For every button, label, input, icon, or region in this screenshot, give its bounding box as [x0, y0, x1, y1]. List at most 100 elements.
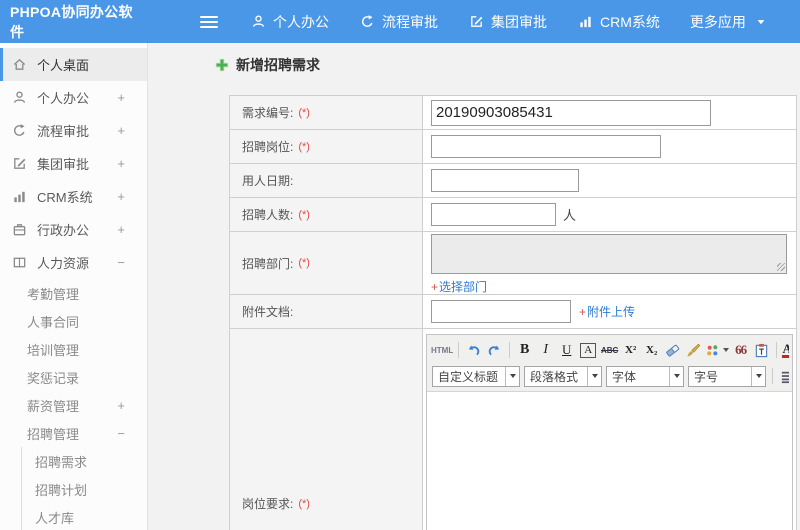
plus-sign: +	[579, 305, 587, 319]
menu-toggle-icon[interactable]	[200, 15, 218, 28]
subscript-button[interactable]: X₂	[642, 340, 661, 360]
sidebar-item[interactable]: 培训管理	[0, 335, 147, 363]
sidebar-item[interactable]: 人才库	[22, 503, 147, 530]
blockquote-button[interactable]: 66	[731, 340, 750, 360]
top-bar: PHPOA协同办公软件 个人办公 流程审批 集团审批 CRM系统 更多应用	[0, 0, 800, 43]
nav-item[interactable]: 集团审批	[468, 12, 547, 32]
sidebar-item[interactable]: 行政办公 +	[0, 213, 147, 246]
briefcase-icon	[12, 222, 28, 238]
superscript-button[interactable]: X²	[621, 340, 640, 360]
plus-sign: +	[431, 279, 439, 294]
department-textarea-wrap	[431, 233, 787, 274]
font-color-button[interactable]: A	[782, 340, 789, 360]
form-row-position: 招聘岗位: (*)	[230, 130, 796, 164]
expand-icon[interactable]: +	[117, 222, 125, 237]
required-mark: (*)	[298, 497, 310, 510]
eraser-icon	[665, 343, 680, 358]
sidebar-item[interactable]: 个人办公 +	[0, 81, 147, 114]
hire-date-input[interactable]	[431, 169, 579, 192]
align-left-button[interactable]	[778, 366, 789, 386]
headcount-input[interactable]	[431, 203, 556, 226]
expand-icon[interactable]: +	[117, 398, 125, 413]
sidebar-item[interactable]: 奖惩记录	[0, 363, 147, 391]
sidebar-item[interactable]: 人力资源 −	[0, 246, 147, 279]
page-title-text: 新增招聘需求	[236, 57, 320, 73]
undo-button[interactable]	[464, 340, 483, 360]
expand-icon[interactable]: +	[117, 156, 125, 171]
field-value: +附件上传	[423, 295, 796, 328]
form-row-date: 用人日期:	[230, 164, 796, 198]
field-value: +选择部门	[423, 232, 796, 294]
position-input[interactable]	[431, 135, 661, 158]
nav-item[interactable]: 个人办公	[250, 12, 329, 32]
heading-select[interactable]: 自定义标题	[432, 365, 520, 387]
underline-button[interactable]: U	[557, 340, 576, 360]
redo-button[interactable]	[485, 340, 504, 360]
required-mark: (*)	[298, 257, 310, 269]
attachment-input[interactable]	[431, 300, 571, 323]
font-family-select[interactable]: 字体	[606, 365, 684, 387]
sidebar-item[interactable]: CRM系统 +	[0, 180, 147, 213]
field-label: 招聘人数: (*)	[230, 198, 423, 231]
department-textarea[interactable]	[431, 233, 787, 274]
toolbar-separator	[776, 342, 778, 358]
editor-content-area[interactable]	[427, 392, 792, 530]
caret-down-icon	[669, 366, 683, 386]
sidebar-item[interactable]: 薪资管理 +	[0, 391, 147, 419]
eraser-button[interactable]	[663, 340, 682, 360]
sidebar-item-label: 培训管理	[27, 342, 80, 358]
sidebar-menu: 个人桌面 个人办公 + 流程审批 + 集团审批 + CRM系统 + 行政办公 + 人力资源 − 考勤管理人…	[0, 43, 148, 530]
sidebar-item-label: 个人桌面	[37, 58, 90, 73]
collapse-icon[interactable]: −	[117, 255, 125, 270]
form-row-requirement: 岗位要求: (*) HTMLBIUAABCX²X₂66Aab 自定义标题段落格式…	[230, 329, 796, 530]
expand-icon[interactable]: +	[117, 123, 125, 138]
editor-toolbar-row-1: HTMLBIUAABCX²X₂66Aab	[430, 337, 789, 363]
sidebar-item[interactable]: 考勤管理	[0, 279, 147, 307]
brush-icon	[686, 343, 701, 358]
collapse-icon[interactable]: −	[117, 426, 125, 441]
request-number-input[interactable]	[431, 99, 711, 126]
edit-square-icon	[468, 14, 484, 30]
sidebar-item[interactable]: 招聘需求	[22, 447, 147, 475]
paste-button[interactable]	[752, 340, 771, 360]
caret-down-icon	[587, 366, 601, 386]
toolbar-separator	[772, 368, 773, 384]
top-nav: 个人办公 流程审批 集团审批 CRM系统 更多应用	[250, 12, 769, 32]
sidebar-item[interactable]: 招聘计划	[22, 475, 147, 503]
upload-attachment-link[interactable]: +附件上传	[579, 303, 635, 320]
select-value: 自定义标题	[438, 369, 499, 384]
caret-down-icon	[751, 366, 765, 386]
nav-item[interactable]: CRM系统	[577, 12, 660, 32]
sidebar-item-label: 人才库	[35, 510, 75, 526]
clipboard-icon	[754, 343, 769, 358]
nav-item[interactable]: 更多应用	[690, 12, 769, 32]
editor-toolbar: HTMLBIUAABCX²X₂66Aab 自定义标题段落格式字体字号	[427, 335, 792, 392]
sidebar-item-label: 招聘管理	[27, 426, 80, 442]
sidebar-item-label: 奖惩记录	[27, 370, 80, 386]
bold-button[interactable]: B	[515, 340, 534, 360]
book-icon	[12, 255, 28, 271]
sidebar-item[interactable]: 流程审批 +	[0, 114, 147, 147]
nav-item[interactable]: 流程审批	[359, 12, 438, 32]
format-brush-button[interactable]	[684, 340, 703, 360]
sidebar-item-label: 招聘需求	[35, 454, 88, 470]
sidebar-item[interactable]: 个人桌面	[0, 48, 147, 81]
color-dots-button[interactable]	[705, 340, 730, 360]
process-icon	[12, 123, 28, 139]
select-department-link[interactable]: +选择部门	[431, 278, 487, 295]
italic-button[interactable]: I	[536, 340, 555, 360]
sidebar-item[interactable]: 招聘管理 −	[0, 419, 147, 447]
sidebar-item[interactable]: 集团审批 +	[0, 147, 147, 180]
recruitment-request-form: 需求编号: (*) 招聘岗位: (*) 用人日期:	[229, 95, 797, 530]
font-size-select[interactable]: 字号	[688, 365, 766, 387]
sidebar-item[interactable]: 人事合同	[0, 307, 147, 335]
font-box-button[interactable]: A	[580, 342, 597, 358]
expand-icon[interactable]: +	[117, 90, 125, 105]
paragraph-format-select[interactable]: 段落格式	[524, 365, 602, 387]
html-source-button[interactable]: HTML	[431, 340, 453, 360]
strikethrough-button[interactable]: ABC	[600, 340, 619, 360]
expand-icon[interactable]: +	[117, 189, 125, 204]
field-value	[423, 130, 796, 163]
select-value: 字体	[612, 369, 637, 384]
sidebar-item-label: 行政办公	[37, 223, 90, 238]
